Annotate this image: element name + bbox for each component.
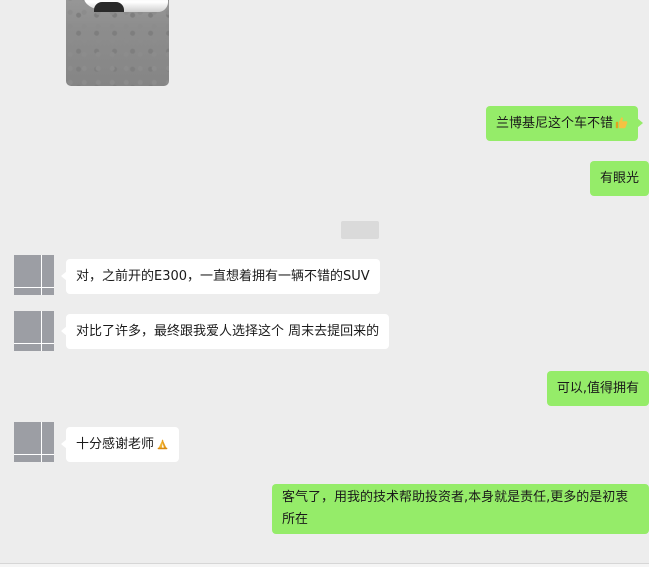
message-text: 兰博基尼这个车不错 xyxy=(495,116,613,131)
message-text: 可以,值得拥有 xyxy=(556,381,639,396)
message-bubble-sent[interactable]: 兰博基尼这个车不错 xyxy=(485,106,644,141)
car-image xyxy=(84,0,168,12)
message-bubble-sent[interactable]: 可以,值得拥有 xyxy=(546,371,649,406)
message-bubble-received[interactable]: 对比了许多，最终跟我爱人选择这个 周末去提回来的 xyxy=(60,314,390,349)
message-text: 对比了许多，最终跟我爱人选择这个 周末去提回来的 xyxy=(76,324,380,339)
message-text: 有眼光 xyxy=(599,171,639,186)
avatar[interactable] xyxy=(14,255,54,295)
message-text: 对，之前开的E300，一直想着拥有一辆不错的SUV xyxy=(76,269,370,284)
timestamp-chip xyxy=(341,221,379,239)
praying-hands-icon xyxy=(157,439,168,450)
avatar[interactable] xyxy=(14,422,54,462)
message-text: 十分感谢老师 xyxy=(76,437,155,452)
message-bubble-received[interactable]: 十分感谢老师 xyxy=(60,427,180,462)
input-bar-edge xyxy=(0,563,649,567)
message-bubble-sent[interactable]: 有眼光 xyxy=(589,161,649,196)
message-bubble-received[interactable]: 对，之前开的E300，一直想着拥有一辆不错的SUV xyxy=(61,259,380,294)
avatar[interactable] xyxy=(14,311,54,351)
thumbs-up-icon xyxy=(615,117,628,129)
message-text: 客气了，用我的技术帮助投资者,本身就是责任,更多的是初衷所在 xyxy=(282,490,629,527)
car-photo-message[interactable] xyxy=(66,0,169,86)
message-bubble-sent[interactable]: 客气了，用我的技术帮助投资者,本身就是责任,更多的是初衷所在 xyxy=(272,484,649,534)
